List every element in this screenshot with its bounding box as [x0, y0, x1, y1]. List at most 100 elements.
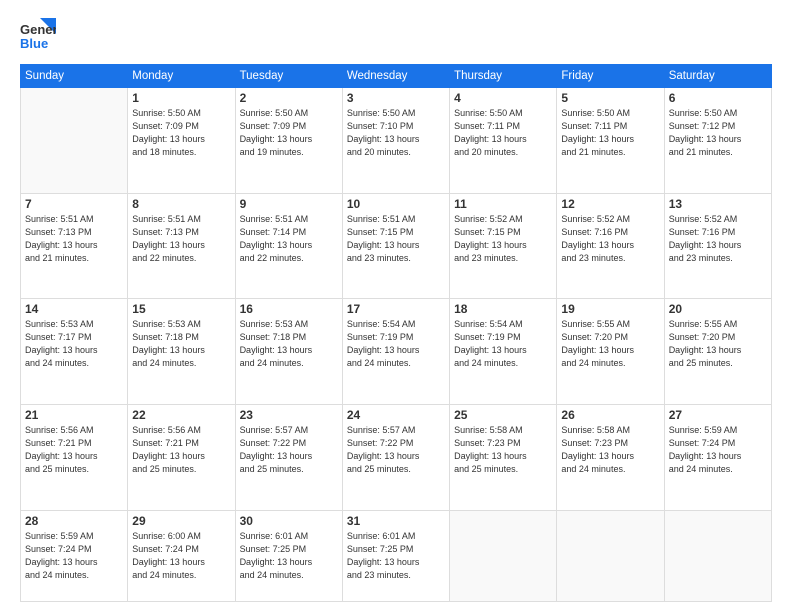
- weekday-header-wednesday: Wednesday: [342, 65, 449, 88]
- day-number: 12: [561, 197, 659, 211]
- day-info: Sunrise: 5:56 AMSunset: 7:21 PMDaylight:…: [132, 424, 230, 476]
- calendar-cell: 28 Sunrise: 5:59 AMSunset: 7:24 PMDayligh…: [21, 510, 128, 601]
- calendar-cell: 18 Sunrise: 5:54 AMSunset: 7:19 PMDayligh…: [450, 299, 557, 405]
- calendar-cell: 21Sunrise: 5:56 AMSunset: 7:21 PMDayligh…: [21, 405, 128, 511]
- day-number: 3: [347, 91, 445, 105]
- calendar-cell: 5Sunrise: 5:50 AMSunset: 7:11 PMDaylight…: [557, 88, 664, 194]
- week-row-1: 1 Sunrise: 5:50 AMSunset: 7:09 PMDaylight…: [21, 88, 772, 194]
- calendar-cell: 10 Sunrise: 5:51 AMSunset: 7:15 PMDayligh…: [342, 193, 449, 299]
- day-number: 7: [25, 197, 123, 211]
- calendar-cell: 16 Sunrise: 5:53 AMSunset: 7:18 PMDayligh…: [235, 299, 342, 405]
- weekday-header-friday: Friday: [557, 65, 664, 88]
- calendar-cell: 9 Sunrise: 5:51 AMSunset: 7:14 PMDaylight…: [235, 193, 342, 299]
- logo-svg: GeneralBlue: [20, 18, 56, 54]
- day-number: 18: [454, 302, 552, 316]
- day-info: Sunrise: 5:50 AMSunset: 7:09 PMDaylight:…: [132, 107, 230, 159]
- day-info: Sunrise: 5:57 AMSunset: 7:22 PMDaylight:…: [240, 424, 338, 476]
- day-number: 16: [240, 302, 338, 316]
- day-info: Sunrise: 5:53 AMSunset: 7:17 PMDaylight:…: [25, 318, 123, 370]
- calendar-cell: 17 Sunrise: 5:54 AMSunset: 7:19 PMDayligh…: [342, 299, 449, 405]
- day-info: Sunrise: 5:51 AMSunset: 7:13 PMDaylight:…: [132, 213, 230, 265]
- calendar-cell: [21, 88, 128, 194]
- day-number: 2: [240, 91, 338, 105]
- week-row-5: 28 Sunrise: 5:59 AMSunset: 7:24 PMDayligh…: [21, 510, 772, 601]
- day-info: Sunrise: 5:56 AMSunset: 7:21 PMDaylight:…: [25, 424, 123, 476]
- day-number: 25: [454, 408, 552, 422]
- day-number: 13: [669, 197, 767, 211]
- day-info: Sunrise: 6:01 AMSunset: 7:25 PMDaylight:…: [347, 530, 445, 582]
- calendar-table: SundayMondayTuesdayWednesdayThursdayFrid…: [20, 64, 772, 602]
- calendar-cell: 2 Sunrise: 5:50 AMSunset: 7:09 PMDaylight…: [235, 88, 342, 194]
- calendar-cell: 11 Sunrise: 5:52 AMSunset: 7:15 PMDayligh…: [450, 193, 557, 299]
- day-number: 4: [454, 91, 552, 105]
- day-info: Sunrise: 5:52 AMSunset: 7:15 PMDaylight:…: [454, 213, 552, 265]
- day-number: 11: [454, 197, 552, 211]
- weekday-header-monday: Monday: [128, 65, 235, 88]
- calendar-cell: 6 Sunrise: 5:50 AMSunset: 7:12 PMDaylight…: [664, 88, 771, 194]
- calendar-cell: 13 Sunrise: 5:52 AMSunset: 7:16 PMDayligh…: [664, 193, 771, 299]
- weekday-header-sunday: Sunday: [21, 65, 128, 88]
- day-info: Sunrise: 5:55 AMSunset: 7:20 PMDaylight:…: [669, 318, 767, 370]
- day-info: Sunrise: 5:59 AMSunset: 7:24 PMDaylight:…: [669, 424, 767, 476]
- svg-text:Blue: Blue: [20, 36, 48, 51]
- calendar-cell: 3 Sunrise: 5:50 AMSunset: 7:10 PMDaylight…: [342, 88, 449, 194]
- day-info: Sunrise: 5:54 AMSunset: 7:19 PMDaylight:…: [347, 318, 445, 370]
- day-number: 10: [347, 197, 445, 211]
- day-number: 17: [347, 302, 445, 316]
- week-row-4: 21Sunrise: 5:56 AMSunset: 7:21 PMDayligh…: [21, 405, 772, 511]
- day-info: Sunrise: 5:53 AMSunset: 7:18 PMDaylight:…: [132, 318, 230, 370]
- week-row-3: 14 Sunrise: 5:53 AMSunset: 7:17 PMDayligh…: [21, 299, 772, 405]
- day-number: 15: [132, 302, 230, 316]
- calendar-cell: 7 Sunrise: 5:51 AMSunset: 7:13 PMDaylight…: [21, 193, 128, 299]
- calendar-cell: [557, 510, 664, 601]
- day-number: 27: [669, 408, 767, 422]
- day-number: 28: [25, 514, 123, 528]
- day-info: Sunrise: 5:50 AMSunset: 7:10 PMDaylight:…: [347, 107, 445, 159]
- calendar-cell: 20Sunrise: 5:55 AMSunset: 7:20 PMDayligh…: [664, 299, 771, 405]
- day-number: 31: [347, 514, 445, 528]
- day-number: 22: [132, 408, 230, 422]
- day-info: Sunrise: 5:58 AMSunset: 7:23 PMDaylight:…: [454, 424, 552, 476]
- calendar-cell: 24 Sunrise: 5:57 AMSunset: 7:22 PMDayligh…: [342, 405, 449, 511]
- day-number: 26: [561, 408, 659, 422]
- calendar-cell: [664, 510, 771, 601]
- calendar-cell: 31 Sunrise: 6:01 AMSunset: 7:25 PMDayligh…: [342, 510, 449, 601]
- calendar-cell: 29 Sunrise: 6:00 AMSunset: 7:24 PMDayligh…: [128, 510, 235, 601]
- day-info: Sunrise: 5:50 AMSunset: 7:11 PMDaylight:…: [454, 107, 552, 159]
- calendar-cell: 4 Sunrise: 5:50 AMSunset: 7:11 PMDaylight…: [450, 88, 557, 194]
- day-info: Sunrise: 5:50 AMSunset: 7:12 PMDaylight:…: [669, 107, 767, 159]
- logo: GeneralBlue: [20, 18, 56, 54]
- day-info: Sunrise: 5:50 AMSunset: 7:09 PMDaylight:…: [240, 107, 338, 159]
- week-row-2: 7 Sunrise: 5:51 AMSunset: 7:13 PMDaylight…: [21, 193, 772, 299]
- weekday-header-tuesday: Tuesday: [235, 65, 342, 88]
- calendar-cell: 30Sunrise: 6:01 AMSunset: 7:25 PMDayligh…: [235, 510, 342, 601]
- day-number: 6: [669, 91, 767, 105]
- day-info: Sunrise: 5:51 AMSunset: 7:13 PMDaylight:…: [25, 213, 123, 265]
- calendar-cell: 1 Sunrise: 5:50 AMSunset: 7:09 PMDaylight…: [128, 88, 235, 194]
- day-number: 29: [132, 514, 230, 528]
- page: GeneralBlue SundayMondayTuesdayWednesday…: [0, 0, 792, 612]
- calendar-cell: 15 Sunrise: 5:53 AMSunset: 7:18 PMDayligh…: [128, 299, 235, 405]
- calendar-cell: [450, 510, 557, 601]
- calendar-cell: 19Sunrise: 5:55 AMSunset: 7:20 PMDayligh…: [557, 299, 664, 405]
- day-number: 14: [25, 302, 123, 316]
- day-info: Sunrise: 5:54 AMSunset: 7:19 PMDaylight:…: [454, 318, 552, 370]
- day-info: Sunrise: 5:59 AMSunset: 7:24 PMDaylight:…: [25, 530, 123, 582]
- day-number: 1: [132, 91, 230, 105]
- day-info: Sunrise: 5:51 AMSunset: 7:15 PMDaylight:…: [347, 213, 445, 265]
- day-info: Sunrise: 5:53 AMSunset: 7:18 PMDaylight:…: [240, 318, 338, 370]
- calendar-cell: 12Sunrise: 5:52 AMSunset: 7:16 PMDayligh…: [557, 193, 664, 299]
- day-number: 9: [240, 197, 338, 211]
- day-info: Sunrise: 5:51 AMSunset: 7:14 PMDaylight:…: [240, 213, 338, 265]
- day-info: Sunrise: 5:52 AMSunset: 7:16 PMDaylight:…: [669, 213, 767, 265]
- svg-text:General: General: [20, 22, 56, 37]
- day-info: Sunrise: 5:57 AMSunset: 7:22 PMDaylight:…: [347, 424, 445, 476]
- day-number: 8: [132, 197, 230, 211]
- day-number: 5: [561, 91, 659, 105]
- weekday-header-thursday: Thursday: [450, 65, 557, 88]
- day-info: Sunrise: 6:01 AMSunset: 7:25 PMDaylight:…: [240, 530, 338, 582]
- day-number: 24: [347, 408, 445, 422]
- header: GeneralBlue: [20, 18, 772, 54]
- day-info: Sunrise: 6:00 AMSunset: 7:24 PMDaylight:…: [132, 530, 230, 582]
- calendar-cell: 26Sunrise: 5:58 AMSunset: 7:23 PMDayligh…: [557, 405, 664, 511]
